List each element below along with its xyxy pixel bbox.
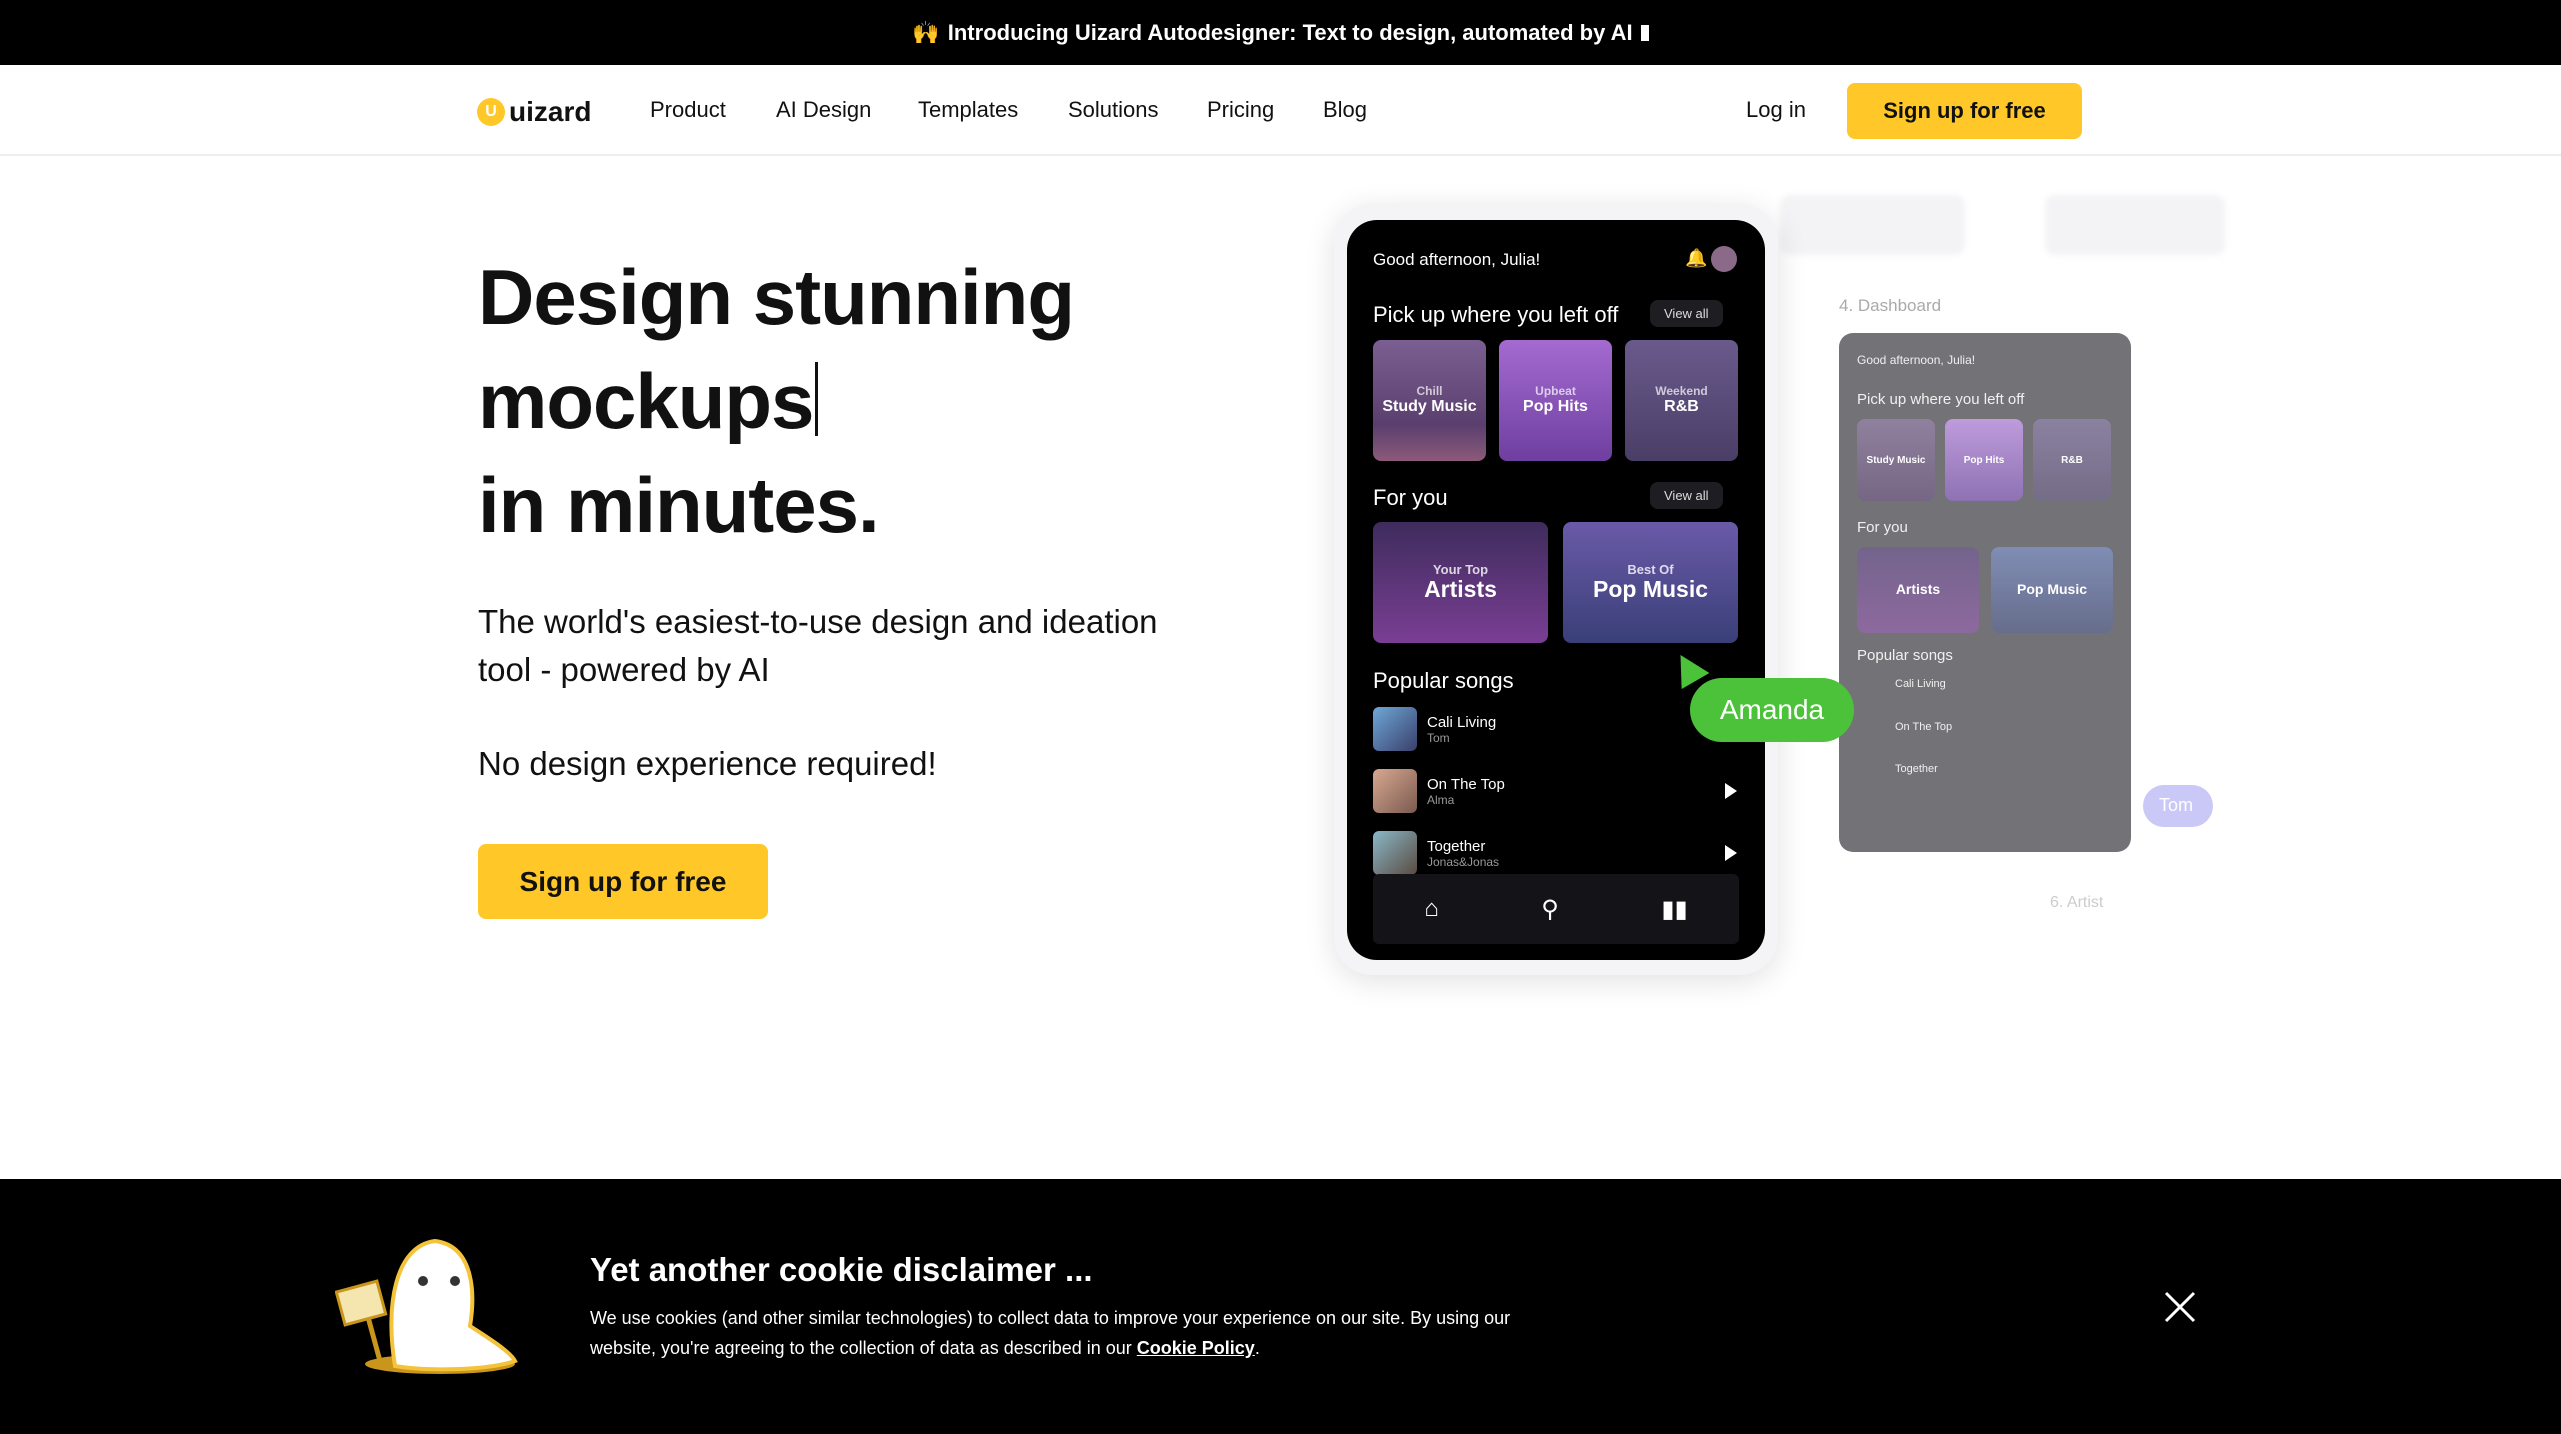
close-icon[interactable] [2164,1291,2196,1323]
mini-card: Pop Music [1991,547,2113,633]
nav-ai-design[interactable]: AI Design [776,97,871,123]
playlist-card[interactable]: Best Of Pop Music [1563,522,1738,643]
screen-label-2: 6. Artist [2050,894,2104,911]
ghost-card [1780,195,1965,255]
nav-blog[interactable]: Blog [1323,97,1367,123]
bell-icon: 🔔 [1685,248,1708,268]
section-title: Pick up where you left off [1373,302,1619,327]
logo-icon: U [477,98,505,126]
login-link[interactable]: Log in [1746,97,1806,123]
tab-bar: ⌂ ⚲ ▮▮ [1373,874,1739,944]
section-title: Popular songs [1373,668,1514,693]
hero-title: Design stunning mockups in minutes. [478,253,1075,549]
song-row[interactable]: On The Top Alma [1373,769,1505,813]
raised-hands-icon: 🙌 [912,19,940,45]
ghost-card [2045,195,2225,255]
song-row[interactable]: Together Jonas&Jonas [1373,831,1499,875]
cursor-label-tom: Tom [2143,785,2213,827]
nav-signup-button[interactable]: Sign up for free [1847,83,2082,139]
text-caret [815,362,819,436]
phone-screen: Good afternoon, Julia! 🔔 Pick up where y… [1347,220,1765,960]
playlist-card[interactable]: Upbeat Pop Hits [1499,340,1612,461]
nav-templates[interactable]: Templates [918,97,1018,123]
announcement-text: Introducing Uizard Autodesigner: Text to… [947,19,1633,45]
hero-signup-button[interactable]: Sign up for free [478,844,768,919]
mockup-phone: Good afternoon, Julia! 🔔 Pick up where y… [1334,204,1778,975]
search-icon[interactable]: ⚲ [1541,895,1559,924]
nav-solutions[interactable]: Solutions [1068,97,1159,123]
song-row[interactable]: Cali Living Tom [1373,707,1496,751]
library-icon[interactable]: ▮▮ [1661,895,1687,924]
mini-card: Pop Hits [1945,419,2023,501]
greeting: Good afternoon, Julia! [1373,250,1541,269]
play-icon[interactable] [1725,783,1737,799]
cursor-label-amanda: Amanda [1690,678,1854,742]
playlist-card[interactable]: Chill Study Music [1373,340,1486,461]
home-icon[interactable]: ⌂ [1424,895,1439,923]
cookie-banner: Yet another cookie disclaimer ... We use… [0,1179,2561,1434]
logo-text: uizard [509,96,592,127]
cookie-policy-link[interactable]: Cookie Policy [1137,1338,1255,1358]
nav-product[interactable]: Product [650,97,726,123]
logo[interactable]: Uuizard [477,96,591,128]
nav-pricing[interactable]: Pricing [1207,97,1274,123]
screen-label: 4. Dashboard [1839,296,1942,315]
cursor-block [1640,24,1649,41]
cookie-text: We use cookies (and other similar techno… [590,1308,1511,1358]
playlist-card[interactable]: Your Top Artists [1373,522,1548,643]
play-icon[interactable] [1725,845,1737,861]
view-all-button[interactable]: View all [1650,482,1723,509]
seal-mascot-illustration [335,1238,518,1374]
mini-card: Artists [1857,547,1979,633]
announcement-bar[interactable]: 🙌 Introducing Uizard Autodesigner: Text … [0,0,2561,65]
avatar [1711,246,1737,272]
mini-card: R&B [2033,419,2111,501]
hero-subtitle: The world's easiest-to-use design and id… [478,603,1158,688]
playlist-card[interactable]: Weekend R&B [1625,340,1738,461]
view-all-button[interactable]: View all [1650,300,1723,327]
mockup-phone-secondary: Good afternoon, Julia! Pick up where you… [1839,333,2131,852]
cookie-title: Yet another cookie disclaimer ... [590,1251,1093,1288]
hero-note: No design experience required! [478,745,937,782]
section-title: For you [1373,485,1448,510]
navbar [0,65,2561,156]
mini-card: Study Music [1857,419,1935,501]
